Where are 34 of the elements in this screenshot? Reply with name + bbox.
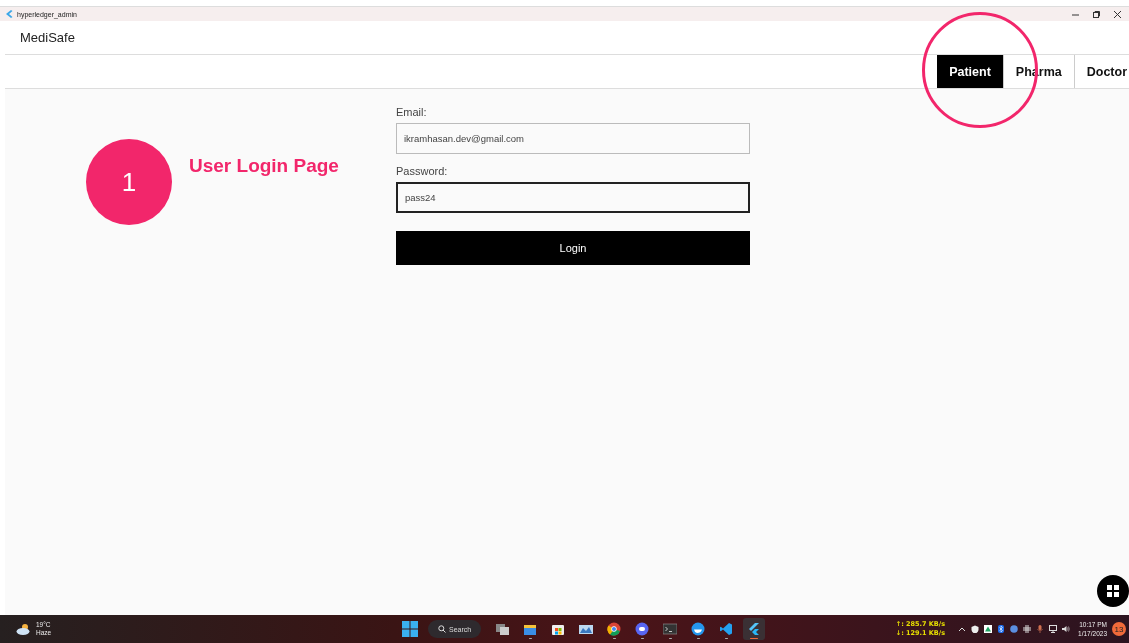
notification-badge[interactable]: 13 [1112,622,1126,636]
display-icon[interactable] [1049,625,1058,633]
step-number: 1 [86,139,172,225]
email-label: Email: [396,106,428,118]
drive-icon[interactable] [984,625,993,633]
grid-button[interactable] [1097,575,1129,607]
chevron-up-icon[interactable] [958,625,967,633]
code-editor-icon [719,622,734,636]
restore-icon[interactable] [1093,10,1100,18]
photos-icon [579,622,594,636]
taskbar-app[interactable] [743,618,766,640]
close-icon[interactable] [1114,10,1121,18]
store-icon [551,622,566,636]
search-icon [438,625,446,633]
folder-icon [523,622,538,636]
app-logo-icon [6,10,13,18]
task-view-icon [495,622,510,636]
email-field[interactable]: ikramhasan.dev@gmail.com [396,123,750,154]
bluetooth-icon[interactable] [997,625,1006,633]
password-label: Password: [396,165,449,177]
password-field[interactable]: pass24 [396,182,750,213]
weather-icon [16,623,32,635]
microphone-icon[interactable] [1036,625,1045,633]
annotation-caption: User Login Page [189,155,339,177]
tab[interactable]: Patient [937,55,1004,88]
login-button[interactable]: Login [396,231,750,265]
terminal-icon [663,622,678,636]
windows-start-icon[interactable] [402,621,418,637]
grid-icon [1107,585,1119,597]
app-title: MediSafe [20,30,75,45]
speaker-icon[interactable] [1062,625,1071,633]
shield-icon[interactable] [971,625,980,633]
chat-bubble-icon [635,622,650,636]
globe-icon[interactable] [1010,625,1019,633]
